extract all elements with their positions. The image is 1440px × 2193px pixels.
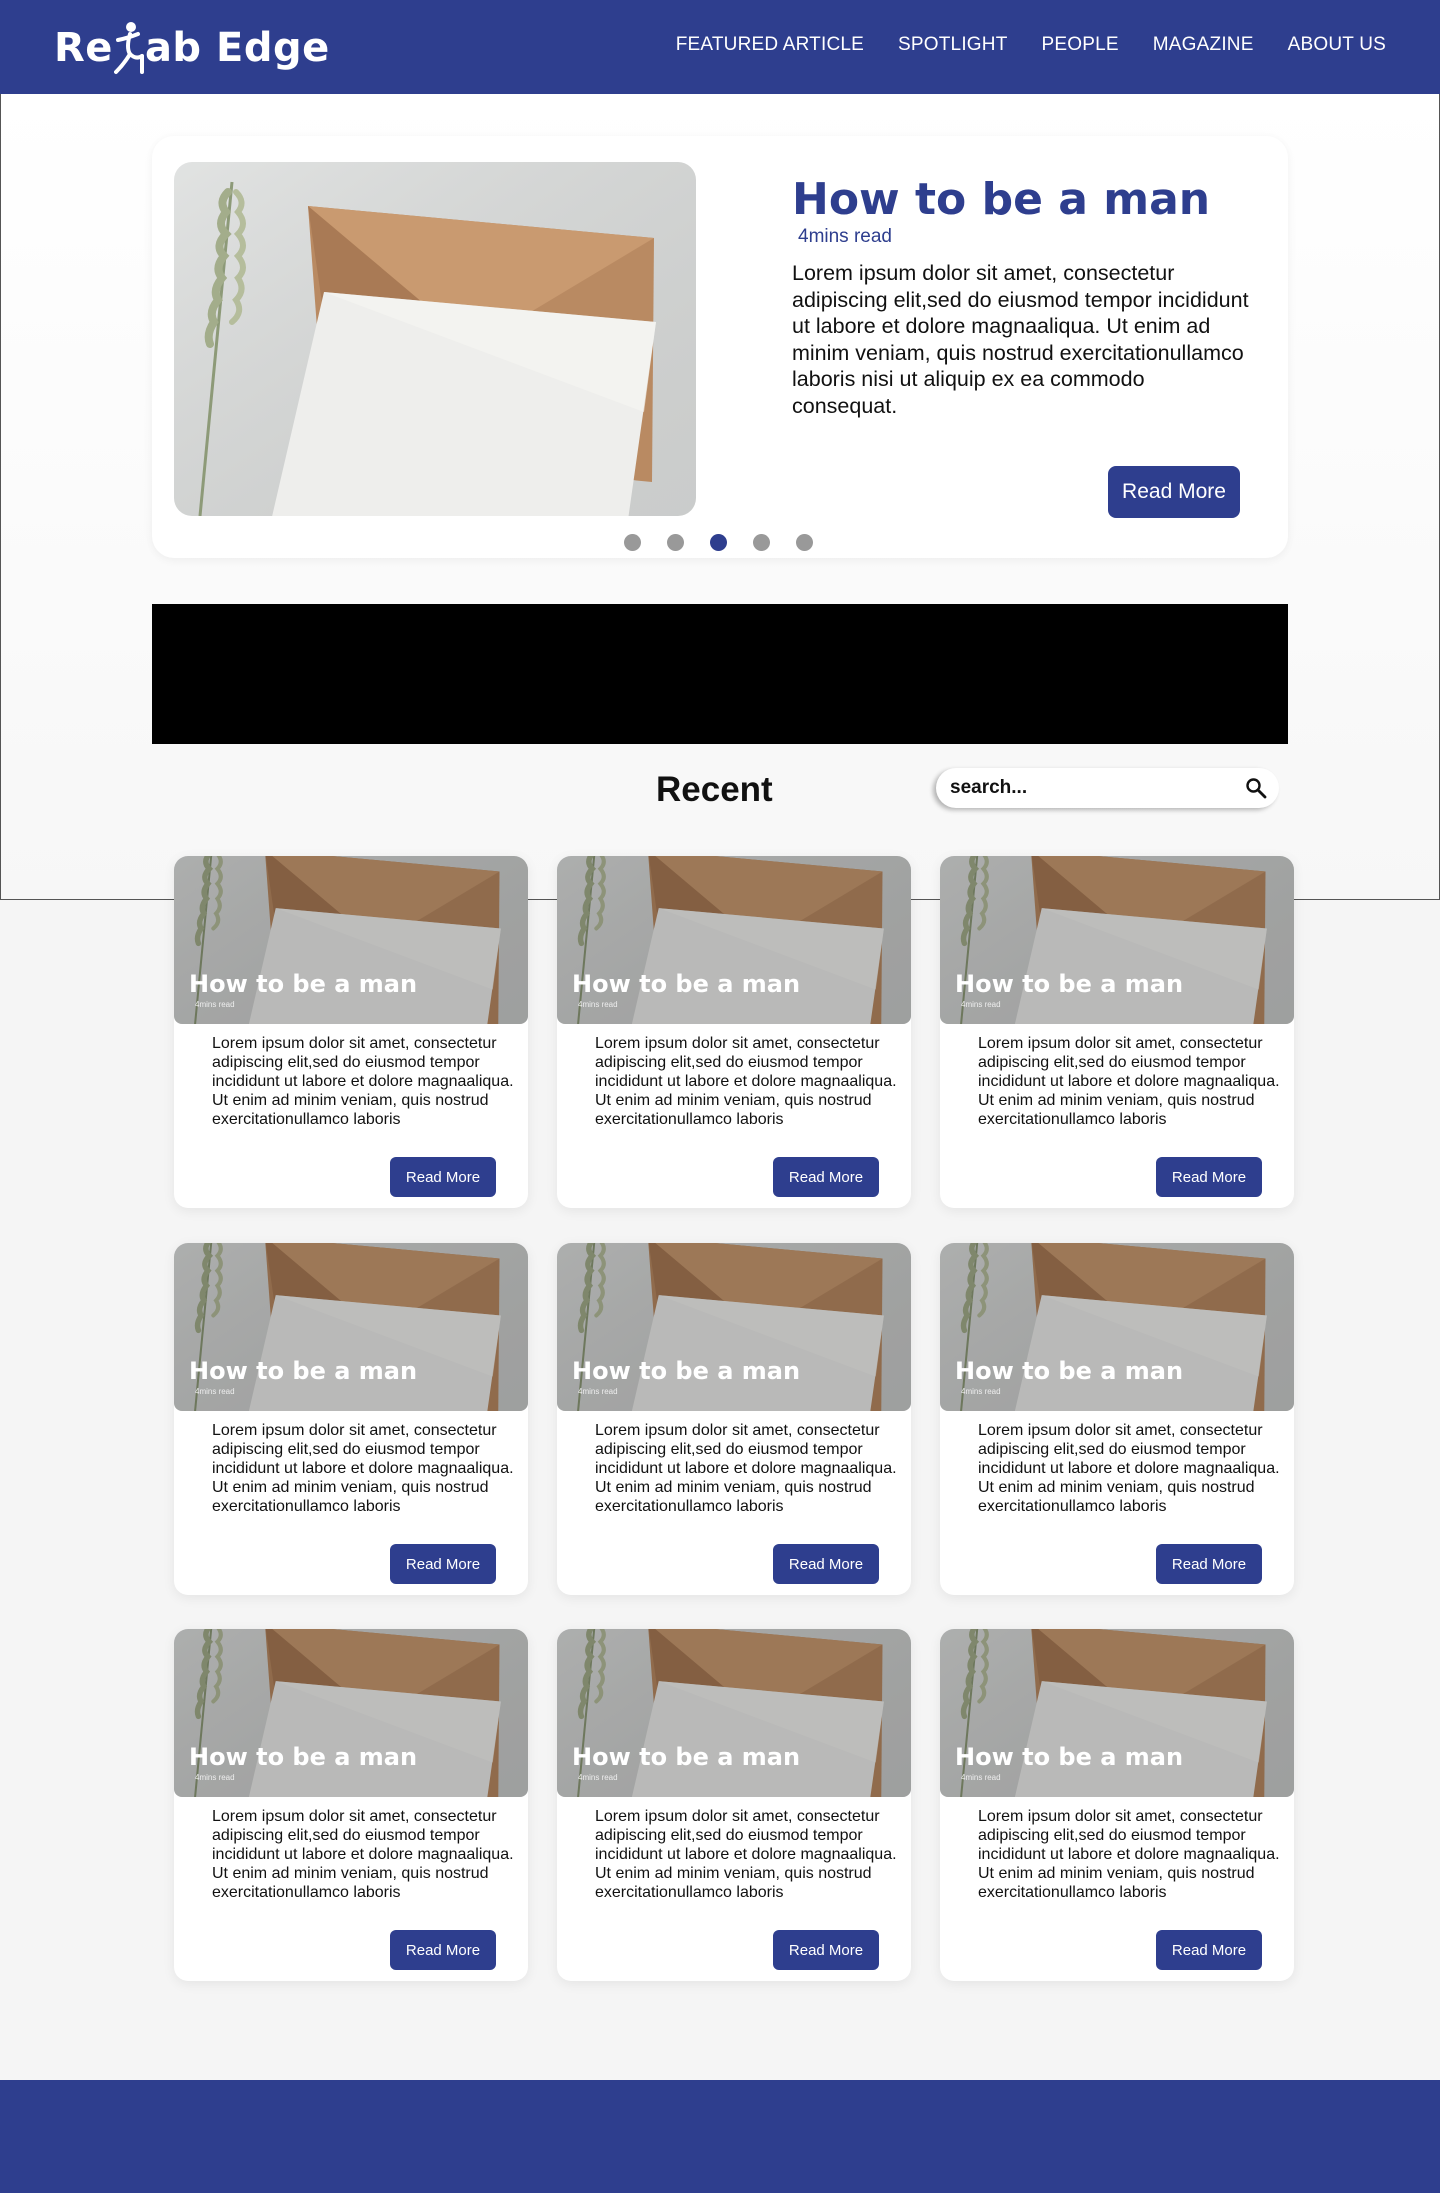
carousel-dot-active[interactable] — [710, 534, 727, 551]
article-card: How to be a man 4mins read Lorem ipsum dol… — [174, 1243, 528, 1595]
article-card-excerpt: Lorem ipsum dolor sit amet, consectetur … — [978, 1808, 1280, 1901]
brand-name-part2: ab Edge — [144, 25, 330, 71]
carousel-dot[interactable] — [753, 534, 770, 551]
featured-article-image[interactable] — [174, 162, 696, 516]
article-card-read-time: 4mins read — [961, 1387, 1001, 1396]
article-card-read-time: 4mins read — [961, 1000, 1001, 1009]
article-card-read-more-button[interactable]: Read More — [1156, 1157, 1262, 1197]
article-card-excerpt: Lorem ipsum dolor sit amet, consectetur … — [595, 1035, 897, 1128]
article-card-read-time: 4mins read — [961, 1773, 1001, 1782]
site-footer — [0, 2080, 1440, 2193]
search-icon[interactable] — [1245, 777, 1267, 799]
article-card-excerpt: Lorem ipsum dolor sit amet, consectetur … — [212, 1035, 514, 1128]
article-card-read-time: 4mins read — [195, 1773, 235, 1782]
article-card-title[interactable]: How to be a man — [572, 1743, 800, 1771]
nav-featured-article[interactable]: FEATURED ARTICLE — [676, 34, 864, 56]
article-card-title[interactable]: How to be a man — [572, 970, 800, 998]
article-card-read-more-button[interactable]: Read More — [390, 1157, 496, 1197]
article-card-read-time: 4mins read — [195, 1387, 235, 1396]
article-card-title[interactable]: How to be a man — [189, 1743, 417, 1771]
nav-magazine[interactable]: MAGAZINE — [1153, 34, 1254, 56]
article-card-read-more-button[interactable]: Read More — [773, 1157, 879, 1197]
article-card-read-more-button[interactable]: Read More — [773, 1544, 879, 1584]
featured-article-excerpt: Lorem ipsum dolor sit amet, consectetur … — [792, 261, 1249, 418]
runner-figure-icon — [113, 20, 144, 76]
article-card-image[interactable] — [557, 1243, 911, 1411]
nav-about-us[interactable]: ABOUT US — [1288, 34, 1386, 56]
article-card-image[interactable] — [174, 1243, 528, 1411]
featured-article-title[interactable]: How to be a man — [792, 174, 1210, 225]
article-card-read-time: 4mins read — [578, 1000, 618, 1009]
article-card-title[interactable]: How to be a man — [572, 1357, 800, 1385]
article-card-read-more-button[interactable]: Read More — [773, 1930, 879, 1970]
featured-article-card: How to be a man 4mins read Lorem ipsum d… — [152, 136, 1288, 558]
ad-banner — [152, 604, 1288, 744]
article-card: How to be a man 4mins read Lorem ipsum dol… — [557, 856, 911, 1208]
article-card: How to be a man 4mins read Lorem ipsum dol… — [940, 1629, 1294, 1981]
nav-spotlight[interactable]: SPOTLIGHT — [898, 34, 1007, 56]
article-card-title[interactable]: How to be a man — [189, 1357, 417, 1385]
article-card-read-more-button[interactable]: Read More — [1156, 1544, 1262, 1584]
main-nav: FEATURED ARTICLE SPOTLIGHT PEOPLE MAGAZI… — [676, 0, 1386, 90]
article-card-read-time: 4mins read — [195, 1000, 235, 1009]
article-card-excerpt: Lorem ipsum dolor sit amet, consectetur … — [212, 1422, 514, 1515]
carousel-dot[interactable] — [624, 534, 641, 551]
nav-people[interactable]: PEOPLE — [1042, 34, 1119, 56]
article-card: How to be a man 4mins read Lorem ipsum dol… — [174, 856, 528, 1208]
carousel-dot[interactable] — [796, 534, 813, 551]
article-card-image[interactable] — [940, 1243, 1294, 1411]
article-card: How to be a man 4mins read Lorem ipsum dol… — [940, 856, 1294, 1208]
article-card: How to be a man 4mins read Lorem ipsum dol… — [557, 1629, 911, 1981]
recent-section-title: Recent — [656, 770, 773, 809]
article-card-excerpt: Lorem ipsum dolor sit amet, consectetur … — [978, 1422, 1280, 1515]
featured-read-time: 4mins read — [798, 226, 892, 247]
article-card-image[interactable] — [940, 1629, 1294, 1797]
article-card-title[interactable]: How to be a man — [955, 970, 1183, 998]
article-card: How to be a man 4mins read Lorem ipsum dol… — [174, 1629, 528, 1981]
article-card-read-more-button[interactable]: Read More — [390, 1544, 496, 1584]
article-card: How to be a man 4mins read Lorem ipsum dol… — [940, 1243, 1294, 1595]
article-card-excerpt: Lorem ipsum dolor sit amet, consectetur … — [212, 1808, 514, 1901]
article-card-title[interactable]: How to be a man — [955, 1743, 1183, 1771]
site-header: Re ab Edge FEATURED ARTICLE SPOTLIGHT PE… — [0, 0, 1440, 94]
search-input[interactable] — [950, 774, 1220, 802]
brand-name-part1: Re — [54, 25, 113, 71]
brand-logo[interactable]: Re ab Edge — [54, 18, 330, 78]
search-box — [936, 768, 1279, 808]
article-card-title[interactable]: How to be a man — [955, 1357, 1183, 1385]
article-card-read-more-button[interactable]: Read More — [1156, 1930, 1262, 1970]
article-card-excerpt: Lorem ipsum dolor sit amet, consectetur … — [978, 1035, 1280, 1128]
article-card-read-time: 4mins read — [578, 1773, 618, 1782]
carousel-dot[interactable] — [667, 534, 684, 551]
article-card-image[interactable] — [557, 856, 911, 1024]
article-card-read-more-button[interactable]: Read More — [390, 1930, 496, 1970]
article-card-read-time: 4mins read — [578, 1387, 618, 1396]
article-card-image[interactable] — [940, 856, 1294, 1024]
article-card-image[interactable] — [174, 856, 528, 1024]
article-card-excerpt: Lorem ipsum dolor sit amet, consectetur … — [595, 1422, 897, 1515]
article-card-excerpt: Lorem ipsum dolor sit amet, consectetur … — [595, 1808, 897, 1901]
article-card-title[interactable]: How to be a man — [189, 970, 417, 998]
featured-read-more-button[interactable]: Read More — [1108, 466, 1240, 518]
carousel-indicators — [624, 534, 813, 551]
article-card: How to be a man 4mins read Lorem ipsum dol… — [557, 1243, 911, 1595]
article-card-image[interactable] — [557, 1629, 911, 1797]
article-card-image[interactable] — [174, 1629, 528, 1797]
